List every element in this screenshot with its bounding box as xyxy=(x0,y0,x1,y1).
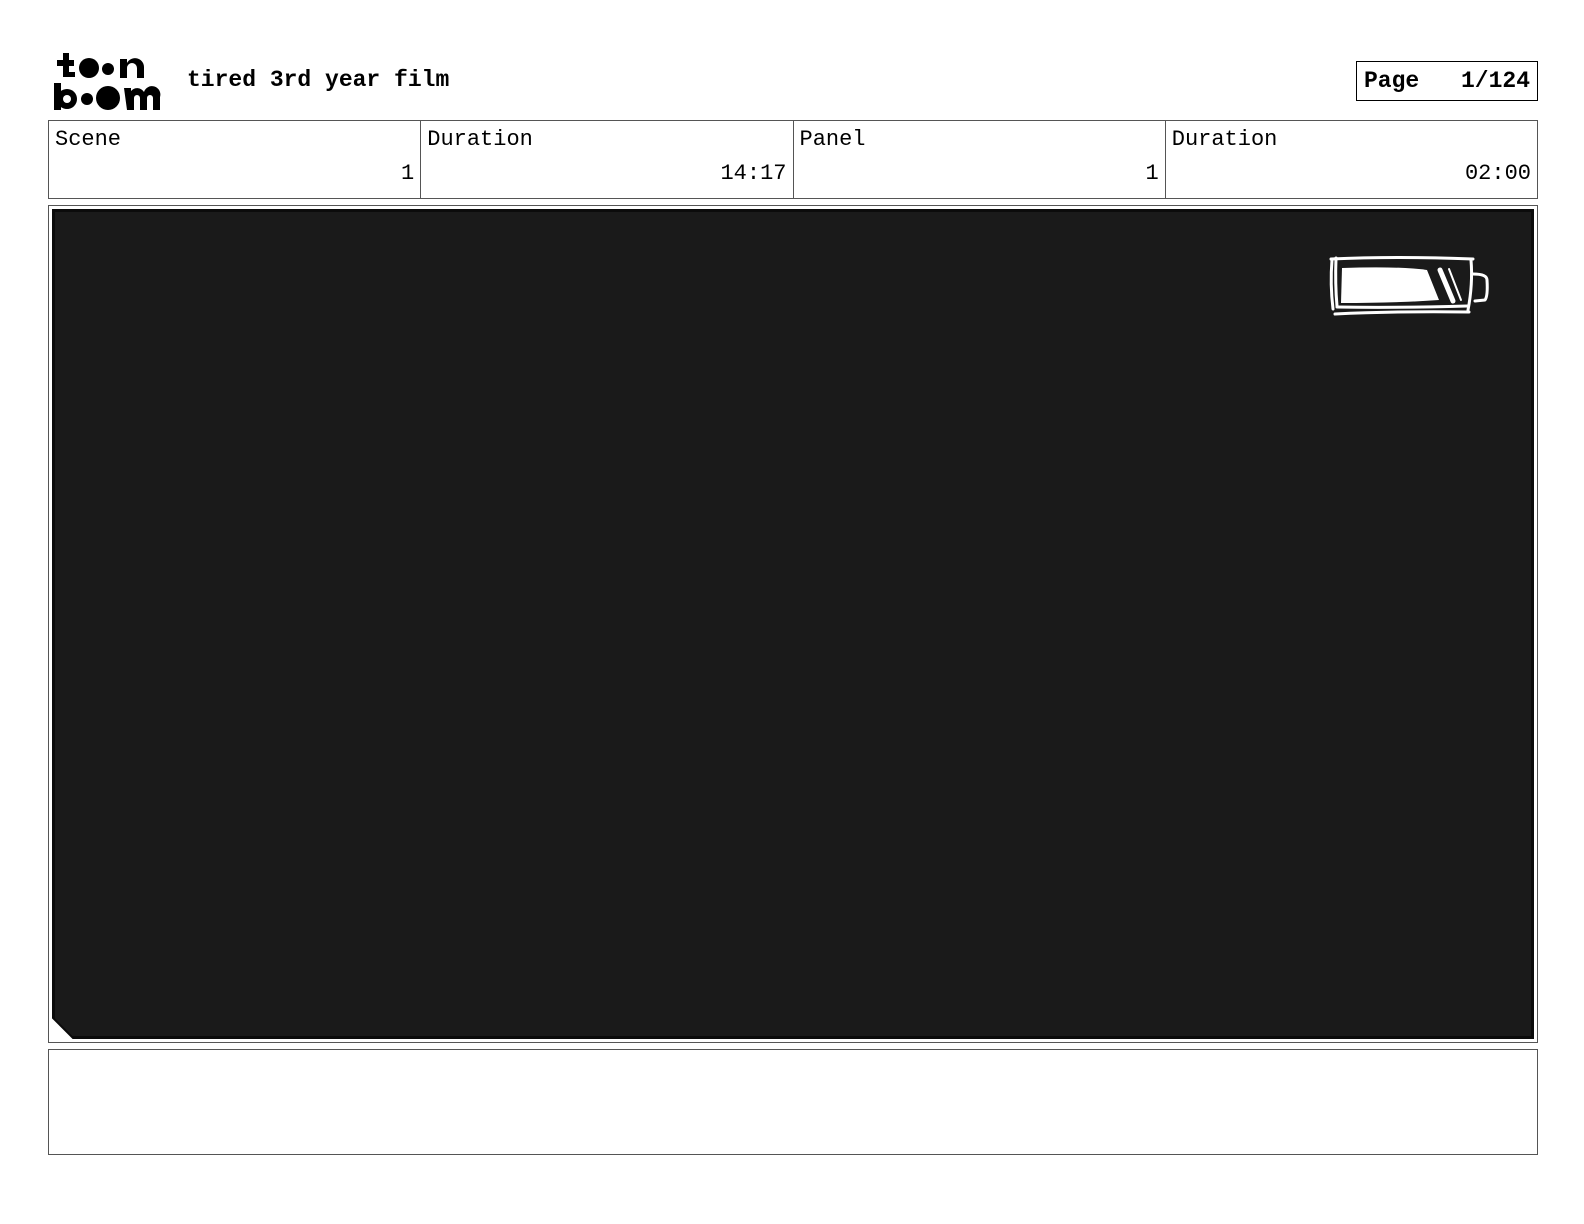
page-number: 1/124 xyxy=(1460,68,1530,94)
battery-icon xyxy=(1329,256,1489,316)
panel-value: 1 xyxy=(1145,161,1159,186)
panel-label: Panel xyxy=(799,127,866,152)
panel-duration-value: 02:00 xyxy=(1464,161,1531,186)
corner-fold-icon xyxy=(52,1017,74,1039)
scene-label: Scene xyxy=(55,127,122,152)
scene-cell: Scene 1 xyxy=(49,121,422,198)
scene-value: 1 xyxy=(401,161,415,186)
panel-notes-box[interactable] xyxy=(48,1049,1538,1155)
scene-duration-cell: Duration 14:17 xyxy=(421,121,794,198)
scene-duration-label: Duration xyxy=(427,127,533,152)
page-indicator: Page 1/124 xyxy=(1356,61,1538,101)
scene-duration-value: 14:17 xyxy=(720,161,787,186)
toon-boom-logo-icon xyxy=(54,53,161,110)
panel-duration-label: Duration xyxy=(1171,127,1278,152)
project-title: tired 3rd year film xyxy=(187,67,450,93)
page-label: Page xyxy=(1364,68,1420,94)
panel-frame xyxy=(48,205,1538,1043)
panel-duration-cell: Duration 02:00 xyxy=(1166,121,1537,198)
panel-image xyxy=(52,209,1534,1039)
panel-cell: Panel 1 xyxy=(794,121,1166,198)
panel-info-row: Scene 1 Duration 14:17 Panel 1 Duration … xyxy=(48,120,1538,199)
